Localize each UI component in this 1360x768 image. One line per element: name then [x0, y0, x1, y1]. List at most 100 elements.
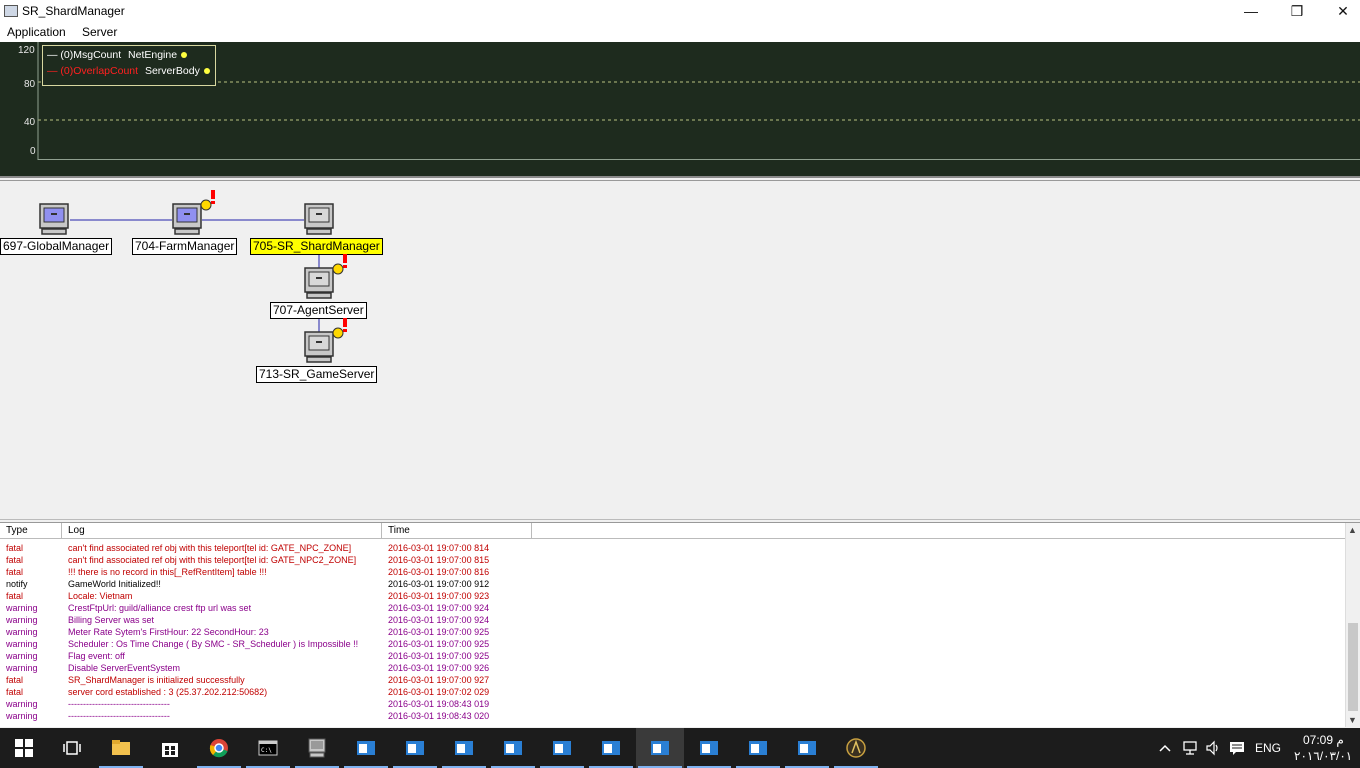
- taskbar-window-10[interactable]: [783, 728, 831, 768]
- computer-icon: [304, 331, 334, 363]
- log-message-cell: Locale: Vietnam: [68, 591, 133, 601]
- log-type-cell: warning: [6, 627, 38, 637]
- task-view-button[interactable]: [48, 728, 96, 768]
- network-icon[interactable]: [1182, 740, 1198, 756]
- log-type-cell: fatal: [6, 675, 24, 685]
- menu-server[interactable]: Server: [82, 25, 117, 39]
- taskbar-window-6[interactable]: [587, 728, 635, 768]
- taskbar: C:\ ENG 07:09 م ٢٠١٦/٠٣/٠١: [0, 728, 1360, 768]
- scroll-down-icon[interactable]: ▼: [1348, 715, 1357, 725]
- log-row[interactable]: warning CrestFtpUrl: guild/alliance crest…: [0, 602, 1346, 614]
- svg-text:C:\: C:\: [261, 747, 272, 754]
- column-header-filler: [532, 523, 1346, 539]
- computer-icon: [304, 203, 334, 235]
- file-explorer-icon: [112, 740, 130, 755]
- taskbar-window-4[interactable]: [489, 728, 537, 768]
- minimize-button[interactable]: —: [1228, 0, 1274, 22]
- log-message-cell: !!! there is no record in this[_RefRentI…: [68, 567, 267, 577]
- taskbar-window-3[interactable]: [440, 728, 488, 768]
- log-message-cell: GameWorld Initialized!!: [68, 579, 161, 589]
- log-type-cell: fatal: [6, 555, 24, 565]
- scroll-up-icon[interactable]: ▲: [1348, 525, 1357, 535]
- legend-msgcount-label: — (0)MsgCount: [47, 49, 122, 61]
- log-type-cell: warning: [6, 639, 38, 649]
- log-message-cell: Disable ServerEventSystem: [68, 663, 181, 673]
- restore-button[interactable]: ❒: [1274, 0, 1320, 22]
- log-row[interactable]: notify GameWorld Initialized!! 2016-03-01 …: [0, 578, 1346, 590]
- language-indicator[interactable]: ENG: [1255, 741, 1281, 755]
- game-icon: [846, 738, 866, 758]
- log-scrollbar[interactable]: ▲ ▼: [1345, 523, 1360, 727]
- taskbar-chrome[interactable]: [195, 728, 243, 768]
- log-row[interactable]: warning Meter Rate Sytem's FirstHour: 22 …: [0, 626, 1346, 638]
- log-row[interactable]: fatal can't find associated ref obj with …: [0, 554, 1346, 566]
- log-type-cell: fatal: [6, 543, 24, 553]
- node-label: 697-GlobalManager: [0, 238, 113, 255]
- log-row[interactable]: fatal !!! there is no record in this[_Ref…: [0, 566, 1346, 578]
- log-row[interactable]: fatal can't find associated ref obj with …: [0, 542, 1346, 554]
- log-time-cell: 2016-03-01 19:07:00 815: [388, 555, 490, 565]
- log-time-cell: 2016-03-01 19:08:43 020: [388, 711, 490, 721]
- warning-hand-icon: [332, 318, 347, 339]
- log-row[interactable]: fatal SR_ShardManager is initialized succ…: [0, 674, 1346, 686]
- notifications-icon[interactable]: [1229, 740, 1245, 756]
- log-time-cell: 2016-03-01 19:07:00 925: [388, 651, 490, 661]
- log-message-cell: can't find associated ref obj with this …: [68, 543, 352, 553]
- windows-start-icon: [15, 739, 33, 757]
- window-icon: [357, 741, 375, 755]
- log-row[interactable]: warning Disable ServerEventSystem 2016-03-…: [0, 662, 1346, 674]
- log-row[interactable]: warning Scheduler : Os Time Change ( By S…: [0, 638, 1346, 650]
- chevron-up-icon[interactable]: [1158, 741, 1172, 755]
- column-header-time[interactable]: Time: [382, 523, 532, 539]
- computer-icon: [304, 267, 334, 299]
- server-topology: 697-GlobalManager 704-FarmManager 705-SR…: [0, 180, 1360, 520]
- graph-legend: — (0)MsgCount NetEngine — (0)OverlapCoun…: [42, 45, 216, 86]
- volume-icon[interactable]: [1205, 740, 1221, 756]
- log-row[interactable]: fatal server cord established : 3 (25.37.…: [0, 686, 1346, 698]
- taskbar-window-2[interactable]: [391, 728, 439, 768]
- node-label: 704-FarmManager: [132, 238, 238, 255]
- log-time-cell: 2016-03-01 19:07:00 923: [388, 591, 490, 601]
- taskbar-game[interactable]: [832, 728, 880, 768]
- taskbar-file-explorer[interactable]: [97, 728, 145, 768]
- log-row[interactable]: warning ---------------------------------…: [0, 698, 1346, 710]
- start-button[interactable]: [0, 728, 48, 768]
- log-message-cell: Flag event: off: [68, 651, 125, 661]
- close-button[interactable]: ✕: [1320, 0, 1360, 22]
- taskbar-store[interactable]: [146, 728, 194, 768]
- legend-overlapcount: — (0)OverlapCount ServerBody: [47, 65, 210, 77]
- performance-graph: 120 80 40 0 — (0)MsgCount NetEngine — (0…: [0, 42, 1360, 178]
- legend-overlapcount-name: ServerBody: [144, 65, 200, 77]
- log-row[interactable]: warning Flag event: off 2016-03-01 19:07:0…: [0, 650, 1346, 662]
- taskbar-server-app[interactable]: [293, 728, 341, 768]
- menu-application[interactable]: Application: [7, 25, 66, 39]
- taskbar-window-9[interactable]: [734, 728, 782, 768]
- legend-overlapcount-label: — (0)OverlapCount: [47, 65, 139, 77]
- window-icon: [504, 741, 522, 755]
- taskbar-window-5[interactable]: [538, 728, 586, 768]
- log-time-cell: 2016-03-01 19:07:00 925: [388, 639, 490, 649]
- log-type-cell: warning: [6, 699, 38, 709]
- scroll-thumb[interactable]: [1348, 623, 1358, 711]
- legend-msgcount-name: NetEngine: [128, 49, 178, 61]
- log-type-cell: warning: [6, 603, 38, 613]
- warning-hand-icon: [200, 190, 215, 211]
- log-list: Type Log Time fatal can't find associated…: [0, 522, 1360, 727]
- log-row[interactable]: fatal Locale: Vietnam 2016-03-01 19:07:00 …: [0, 590, 1346, 602]
- log-time-cell: 2016-03-01 19:07:00 924: [388, 603, 490, 613]
- log-time-cell: 2016-03-01 19:07:00 926: [388, 663, 490, 673]
- log-message-cell: Meter Rate Sytem's FirstHour: 22 SecondH…: [68, 627, 269, 637]
- log-row[interactable]: warning ---------------------------------…: [0, 710, 1346, 722]
- log-type-cell: warning: [6, 711, 38, 721]
- taskbar-window-1[interactable]: [342, 728, 390, 768]
- taskbar-window-8[interactable]: [685, 728, 733, 768]
- log-time-cell: 2016-03-01 19:07:00 924: [388, 615, 490, 625]
- column-header-type[interactable]: Type: [0, 523, 62, 539]
- taskbar-cmd[interactable]: C:\: [244, 728, 292, 768]
- column-header-log[interactable]: Log: [62, 523, 382, 539]
- log-type-cell: notify: [6, 579, 28, 589]
- computer-icon: [39, 203, 69, 235]
- log-row[interactable]: warning Billing Server was set 2016-03-01 …: [0, 614, 1346, 626]
- warning-hand-icon: [332, 254, 347, 275]
- taskbar-window-7[interactable]: [636, 728, 684, 768]
